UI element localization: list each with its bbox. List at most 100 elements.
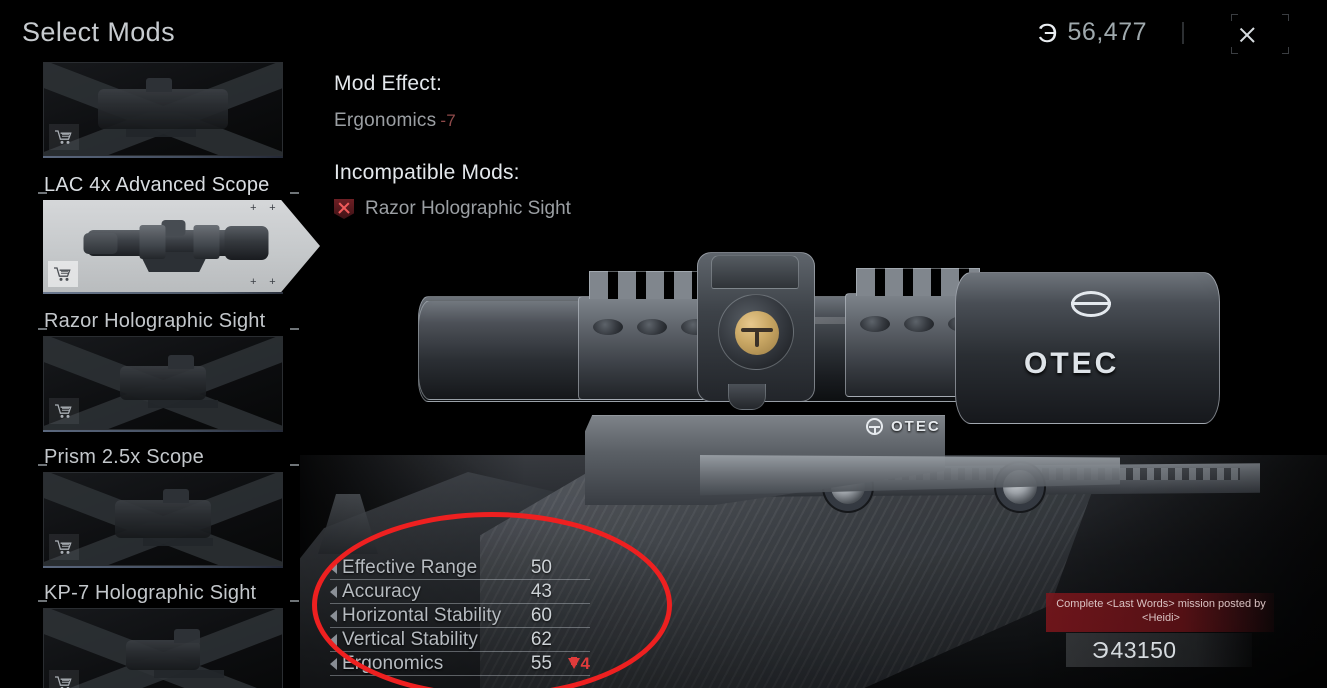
mod-item-kp7-holographic-sight[interactable]: KP-7 Holographic Sight bbox=[0, 578, 320, 688]
mod-thumbnail-selected: + + - + + - bbox=[43, 200, 320, 292]
select-mods-screen: OTEC OTEC Select Mods Э 56,477 LAC 4x Ad… bbox=[0, 0, 1327, 688]
corner-bracket bbox=[1282, 14, 1289, 21]
mod-item-underline bbox=[43, 430, 283, 432]
stat-marker-icon bbox=[330, 586, 337, 598]
stat-value: 62 bbox=[530, 628, 552, 650]
scope-eyepiece bbox=[418, 300, 598, 400]
weapon-stats-panel: Effective Range 50 Accuracy 43 Horizonta… bbox=[330, 556, 590, 676]
mod-item-top-partial[interactable] bbox=[0, 62, 320, 158]
stat-label: Vertical Stability bbox=[342, 628, 478, 650]
mod-image bbox=[115, 489, 213, 546]
otec-logo-icon bbox=[1071, 291, 1111, 317]
cart-icon[interactable] bbox=[48, 261, 78, 287]
incompatible-mod-row: Razor Holographic Sight bbox=[334, 198, 854, 220]
cart-icon[interactable] bbox=[49, 670, 79, 688]
scope-ring-screws bbox=[593, 319, 711, 337]
tile-bracket-top bbox=[304, 201, 306, 215]
otec-brand-mid: OTEC bbox=[866, 418, 941, 435]
mission-toast-line1: Complete <Last Words> mission posted by bbox=[1056, 598, 1266, 610]
mod-thumbnail bbox=[43, 336, 283, 430]
mod-item-label: Prism 2.5x Scope bbox=[44, 446, 204, 468]
stat-row-ergonomics: Ergonomics 55 4 bbox=[330, 652, 590, 676]
cart-icon[interactable] bbox=[49, 124, 79, 150]
stat-label: Ergonomics bbox=[342, 652, 444, 674]
incompatible-mods-title: Incompatible Mods: bbox=[334, 161, 520, 184]
arrow-down-icon bbox=[567, 657, 580, 669]
chevron-left-icon bbox=[1251, 19, 1269, 49]
mod-detail-panel: Mod Effect: Ergonomics -7 Incompatible Mo… bbox=[334, 72, 854, 220]
stat-row-effective-range: Effective Range 50 bbox=[330, 556, 590, 580]
label-tick-right bbox=[290, 328, 299, 330]
otec-brand-mid-text: OTEC bbox=[891, 418, 941, 435]
mod-item-label: LAC 4x Advanced Scope bbox=[44, 174, 270, 196]
stat-label: Effective Range bbox=[342, 556, 478, 578]
mod-thumbnail bbox=[43, 608, 283, 688]
stat-marker-icon bbox=[330, 634, 337, 646]
mod-item-underline bbox=[43, 566, 283, 568]
stat-delta-value: 4 bbox=[580, 653, 590, 673]
label-tick-right bbox=[290, 600, 299, 602]
corner-bracket bbox=[1231, 14, 1238, 21]
mod-list[interactable]: LAC 4x Advanced Scope + + - + + - Razor … bbox=[0, 62, 320, 688]
scope-turret-dial bbox=[718, 294, 794, 370]
stat-label: Horizontal Stability bbox=[342, 604, 502, 626]
mod-image bbox=[83, 220, 268, 272]
scope-objective-bell: OTEC bbox=[955, 272, 1220, 424]
corner-bracket bbox=[1231, 47, 1238, 54]
credits-coin-icon: Э bbox=[1037, 17, 1057, 48]
otec-logo-icon bbox=[866, 418, 883, 435]
label-tick-right bbox=[290, 464, 299, 466]
stat-value: 55 bbox=[530, 652, 552, 674]
incompatible-mod-label: Razor Holographic Sight bbox=[365, 198, 571, 219]
stat-row-accuracy: Accuracy 43 bbox=[330, 580, 590, 604]
stat-value: 50 bbox=[530, 556, 552, 578]
otec-brand-text: OTEC bbox=[1024, 347, 1120, 380]
cart-icon[interactable] bbox=[49, 534, 79, 560]
mod-thumbnail bbox=[43, 472, 283, 566]
tile-ticks-bottom: + + - bbox=[249, 277, 298, 289]
cart-icon[interactable] bbox=[49, 398, 79, 424]
stat-marker-icon bbox=[330, 610, 337, 622]
stat-value: 43 bbox=[530, 580, 552, 602]
label-tick-left bbox=[38, 192, 47, 194]
stat-marker-icon bbox=[330, 658, 337, 670]
mod-item-underline bbox=[43, 292, 283, 294]
back-button[interactable] bbox=[1229, 12, 1291, 56]
currency-display: Э 56,477 bbox=[1037, 17, 1147, 48]
stat-row-vertical-stability: Vertical Stability 62 bbox=[330, 628, 590, 652]
mod-item-label: KP-7 Holographic Sight bbox=[44, 582, 257, 604]
label-tick-left bbox=[38, 328, 47, 330]
tile-ticks-top: + + - bbox=[249, 203, 298, 215]
stat-label: Accuracy bbox=[342, 580, 421, 602]
mod-image bbox=[98, 78, 228, 137]
credits-coin-icon: Э bbox=[1092, 636, 1109, 663]
label-tick-right bbox=[290, 192, 299, 194]
label-tick-left bbox=[38, 464, 47, 466]
mission-reward-amount: 43150 bbox=[1110, 636, 1177, 663]
stat-row-horizontal-stability: Horizontal Stability 60 bbox=[330, 604, 590, 628]
mod-item-lac-4x-advanced-scope[interactable]: LAC 4x Advanced Scope + + - + + - bbox=[0, 170, 320, 294]
header: Select Mods Э 56,477 bbox=[0, 0, 1327, 68]
tile-bracket-bottom bbox=[304, 277, 306, 291]
stat-marker-icon bbox=[330, 562, 337, 574]
mod-thumbnail bbox=[43, 62, 283, 156]
mod-item-razor-holographic-sight[interactable]: Razor Holographic Sight bbox=[0, 306, 320, 432]
header-divider bbox=[1182, 22, 1184, 44]
mission-toast: Complete <Last Words> mission posted by … bbox=[1046, 593, 1274, 632]
scope-windage-knob bbox=[728, 384, 766, 410]
mod-effect-row: Ergonomics -7 bbox=[334, 110, 854, 132]
mod-item-label: Razor Holographic Sight bbox=[44, 310, 266, 332]
mod-item-underline bbox=[43, 156, 283, 158]
mission-toast-line2: <Heidi> bbox=[1142, 612, 1180, 625]
label-tick-left bbox=[38, 600, 47, 602]
scope-ring-teeth bbox=[589, 271, 713, 299]
red-x-icon bbox=[334, 199, 354, 219]
mod-effect-name: Ergonomics bbox=[334, 110, 437, 131]
otec-logo-icon bbox=[735, 311, 779, 355]
mod-effect-title: Mod Effect: bbox=[334, 72, 443, 95]
mod-image bbox=[120, 355, 218, 408]
stat-delta: 4 bbox=[567, 653, 590, 674]
mod-item-prism-25x-scope[interactable]: Prism 2.5x Scope bbox=[0, 442, 320, 568]
corner-bracket bbox=[1282, 47, 1289, 54]
mission-reward-bar: Э 43150 bbox=[1066, 633, 1252, 667]
